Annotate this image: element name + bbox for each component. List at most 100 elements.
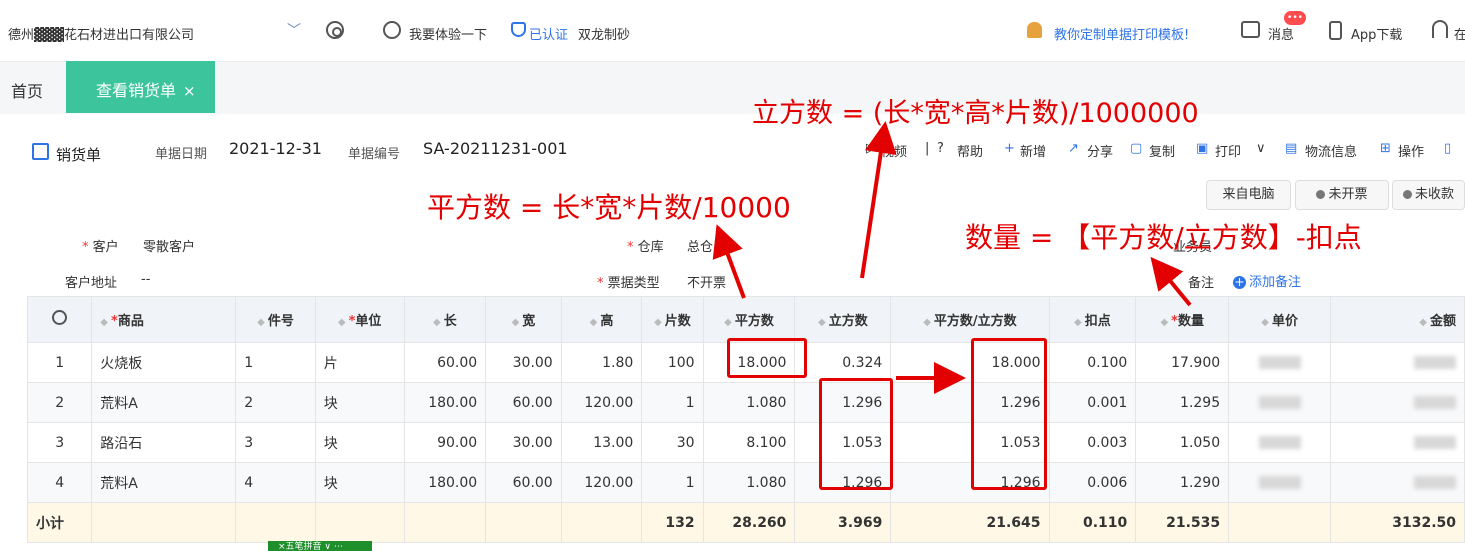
length-cell[interactable]: 180.00	[403, 462, 487, 503]
product-cell[interactable]: 火烧板	[91, 342, 237, 383]
customer-value[interactable]: 零散客户	[143, 236, 195, 255]
sort-icon[interactable]: ◆	[654, 317, 662, 328]
plus-icon[interactable]: +	[1004, 141, 1015, 156]
header-piece[interactable]: ◆ 件号	[235, 296, 316, 343]
product-cell[interactable]: 路沿石	[91, 422, 237, 463]
header-volume[interactable]: ◆ 立方数	[794, 296, 892, 343]
piece-cell[interactable]: 1	[235, 342, 316, 383]
product-cell[interactable]: 荒料A	[91, 462, 237, 503]
amount-cell[interactable]	[1330, 422, 1465, 463]
width-cell[interactable]: 30.00	[485, 342, 562, 383]
area-volume-cell[interactable]: 1.296	[890, 382, 1050, 423]
trial-link[interactable]: 我要体验一下	[409, 24, 487, 43]
help-link[interactable]: 帮助	[957, 141, 983, 160]
area-cell[interactable]: 1.080	[702, 462, 796, 503]
operations-button[interactable]: 操作	[1398, 141, 1424, 160]
copy-icon[interactable]: ▢	[1130, 141, 1142, 156]
area-volume-cell[interactable]: 1.296	[890, 462, 1050, 503]
header-product[interactable]: ◆ *商品	[91, 296, 237, 343]
company-name[interactable]: 德州▓▓▓花石材进出口有限公司	[8, 24, 194, 43]
unit-cell[interactable]: 块	[314, 382, 405, 423]
date-value[interactable]: 2021-12-31	[229, 139, 322, 158]
header-area[interactable]: ◆ 平方数	[702, 296, 796, 343]
message-icon[interactable]	[1241, 21, 1260, 38]
sort-icon[interactable]: ◆	[1261, 317, 1269, 328]
piece-cell[interactable]: 2	[235, 382, 316, 423]
area-volume-cell[interactable]: 18.000	[890, 342, 1050, 383]
unit-price-cell[interactable]	[1228, 382, 1332, 423]
width-cell[interactable]: 60.00	[485, 462, 562, 503]
more-icon[interactable]: ▯	[1444, 141, 1451, 156]
header-slices[interactable]: ◆ 片数	[641, 296, 704, 343]
header-unit-price[interactable]: ◆ 单价	[1228, 296, 1332, 343]
print-template-link[interactable]: 教你定制单据打印模板!	[1054, 24, 1189, 43]
printer-icon[interactable]: ▣	[1196, 141, 1208, 156]
deduction-cell[interactable]: 0.006	[1048, 462, 1137, 503]
new-button[interactable]: 新增	[1020, 141, 1046, 160]
sort-icon[interactable]: ◆	[1074, 317, 1082, 328]
amount-cell[interactable]	[1330, 462, 1465, 503]
address-value[interactable]: --	[141, 272, 150, 287]
tab-home[interactable]: 首页	[11, 78, 43, 102]
deduction-cell[interactable]: 0.003	[1048, 422, 1137, 463]
unit-cell[interactable]: 块	[314, 462, 405, 503]
header-area-volume[interactable]: ◆ 平方数/立方数	[890, 296, 1050, 343]
sort-icon[interactable]: ◆	[1160, 317, 1168, 328]
area-cell[interactable]: 1.080	[702, 382, 796, 423]
verified-label[interactable]: 已认证	[529, 24, 568, 43]
quantity-cell[interactable]: 17.900	[1135, 342, 1230, 383]
slices-cell[interactable]: 1	[641, 382, 704, 423]
slices-cell[interactable]: 30	[641, 422, 704, 463]
piece-cell[interactable]: 3	[235, 422, 316, 463]
help-icon[interactable]: ?	[937, 141, 944, 156]
volume-cell[interactable]: 0.324	[794, 342, 892, 383]
sort-icon[interactable]: ◆	[512, 317, 520, 328]
piece-cell[interactable]: 4	[235, 462, 316, 503]
unit-price-cell[interactable]	[1228, 342, 1332, 383]
sort-icon[interactable]: ◆	[1419, 317, 1427, 328]
copy-button[interactable]: 复制	[1149, 141, 1175, 160]
area-cell[interactable]: 8.100	[702, 422, 796, 463]
grid-icon[interactable]: ⊞	[1380, 141, 1391, 156]
volume-cell[interactable]: 1.296	[794, 382, 892, 423]
order-number-value[interactable]: SA-20211231-001	[423, 139, 568, 158]
warehouse-value[interactable]: 总仓	[687, 236, 713, 255]
area-volume-cell[interactable]: 1.053	[890, 422, 1050, 463]
length-cell[interactable]: 90.00	[403, 422, 487, 463]
unit-cell[interactable]: 片	[314, 342, 405, 383]
unit-cell[interactable]: 块	[314, 422, 405, 463]
header-height[interactable]: ◆ 高	[560, 296, 643, 343]
header-quantity[interactable]: ◆ *数量	[1135, 296, 1230, 343]
tab-view-sales-order[interactable]: 查看销货单 ×	[66, 61, 215, 113]
product-cell[interactable]: 荒料A	[91, 382, 237, 423]
amount-cell[interactable]	[1330, 382, 1465, 423]
table-row[interactable]: 3 路沿石 3 块 90.00 30.00 13.00 30 8.100 1.0…	[26, 422, 1465, 463]
messages-link[interactable]: 消息	[1268, 24, 1294, 43]
width-cell[interactable]: 60.00	[485, 382, 562, 423]
width-cell[interactable]: 30.00	[485, 422, 562, 463]
table-row[interactable]: 1 火烧板 1 片 60.00 30.00 1.80 100 18.000 0.…	[26, 342, 1465, 383]
volume-cell[interactable]: 1.296	[794, 462, 892, 503]
height-cell[interactable]: 13.00	[560, 422, 643, 463]
logistics-button[interactable]: 物流信息	[1305, 141, 1357, 160]
table-row[interactable]: 4 荒料A 4 块 180.00 60.00 120.00 1 1.080 1.…	[26, 462, 1465, 503]
sort-icon[interactable]: ◆	[818, 317, 826, 328]
app-download-link[interactable]: App下载	[1351, 24, 1402, 43]
unit-price-cell[interactable]	[1228, 422, 1332, 463]
column-settings-cell[interactable]	[26, 296, 93, 343]
slices-cell[interactable]: 1	[641, 462, 704, 503]
share-icon[interactable]: ↗	[1068, 141, 1079, 156]
sort-icon[interactable]: ◆	[338, 317, 346, 328]
sort-icon[interactable]: ◆	[257, 317, 265, 328]
header-width[interactable]: ◆ 宽	[485, 296, 562, 343]
height-cell[interactable]: 120.00	[560, 382, 643, 423]
sort-icon[interactable]: ◆	[724, 317, 732, 328]
header-unit[interactable]: ◆ *单位	[314, 296, 405, 343]
input-method-tag[interactable]: ×五笔拼音 ∨ ⋯	[268, 541, 372, 551]
header-amount[interactable]: ◆ 金额	[1330, 296, 1465, 343]
sort-icon[interactable]: ◆	[100, 317, 108, 328]
sort-icon[interactable]: ◆	[923, 317, 931, 328]
height-cell[interactable]: 120.00	[560, 462, 643, 503]
sort-icon[interactable]: ◆	[433, 317, 441, 328]
quantity-cell[interactable]: 1.050	[1135, 422, 1230, 463]
